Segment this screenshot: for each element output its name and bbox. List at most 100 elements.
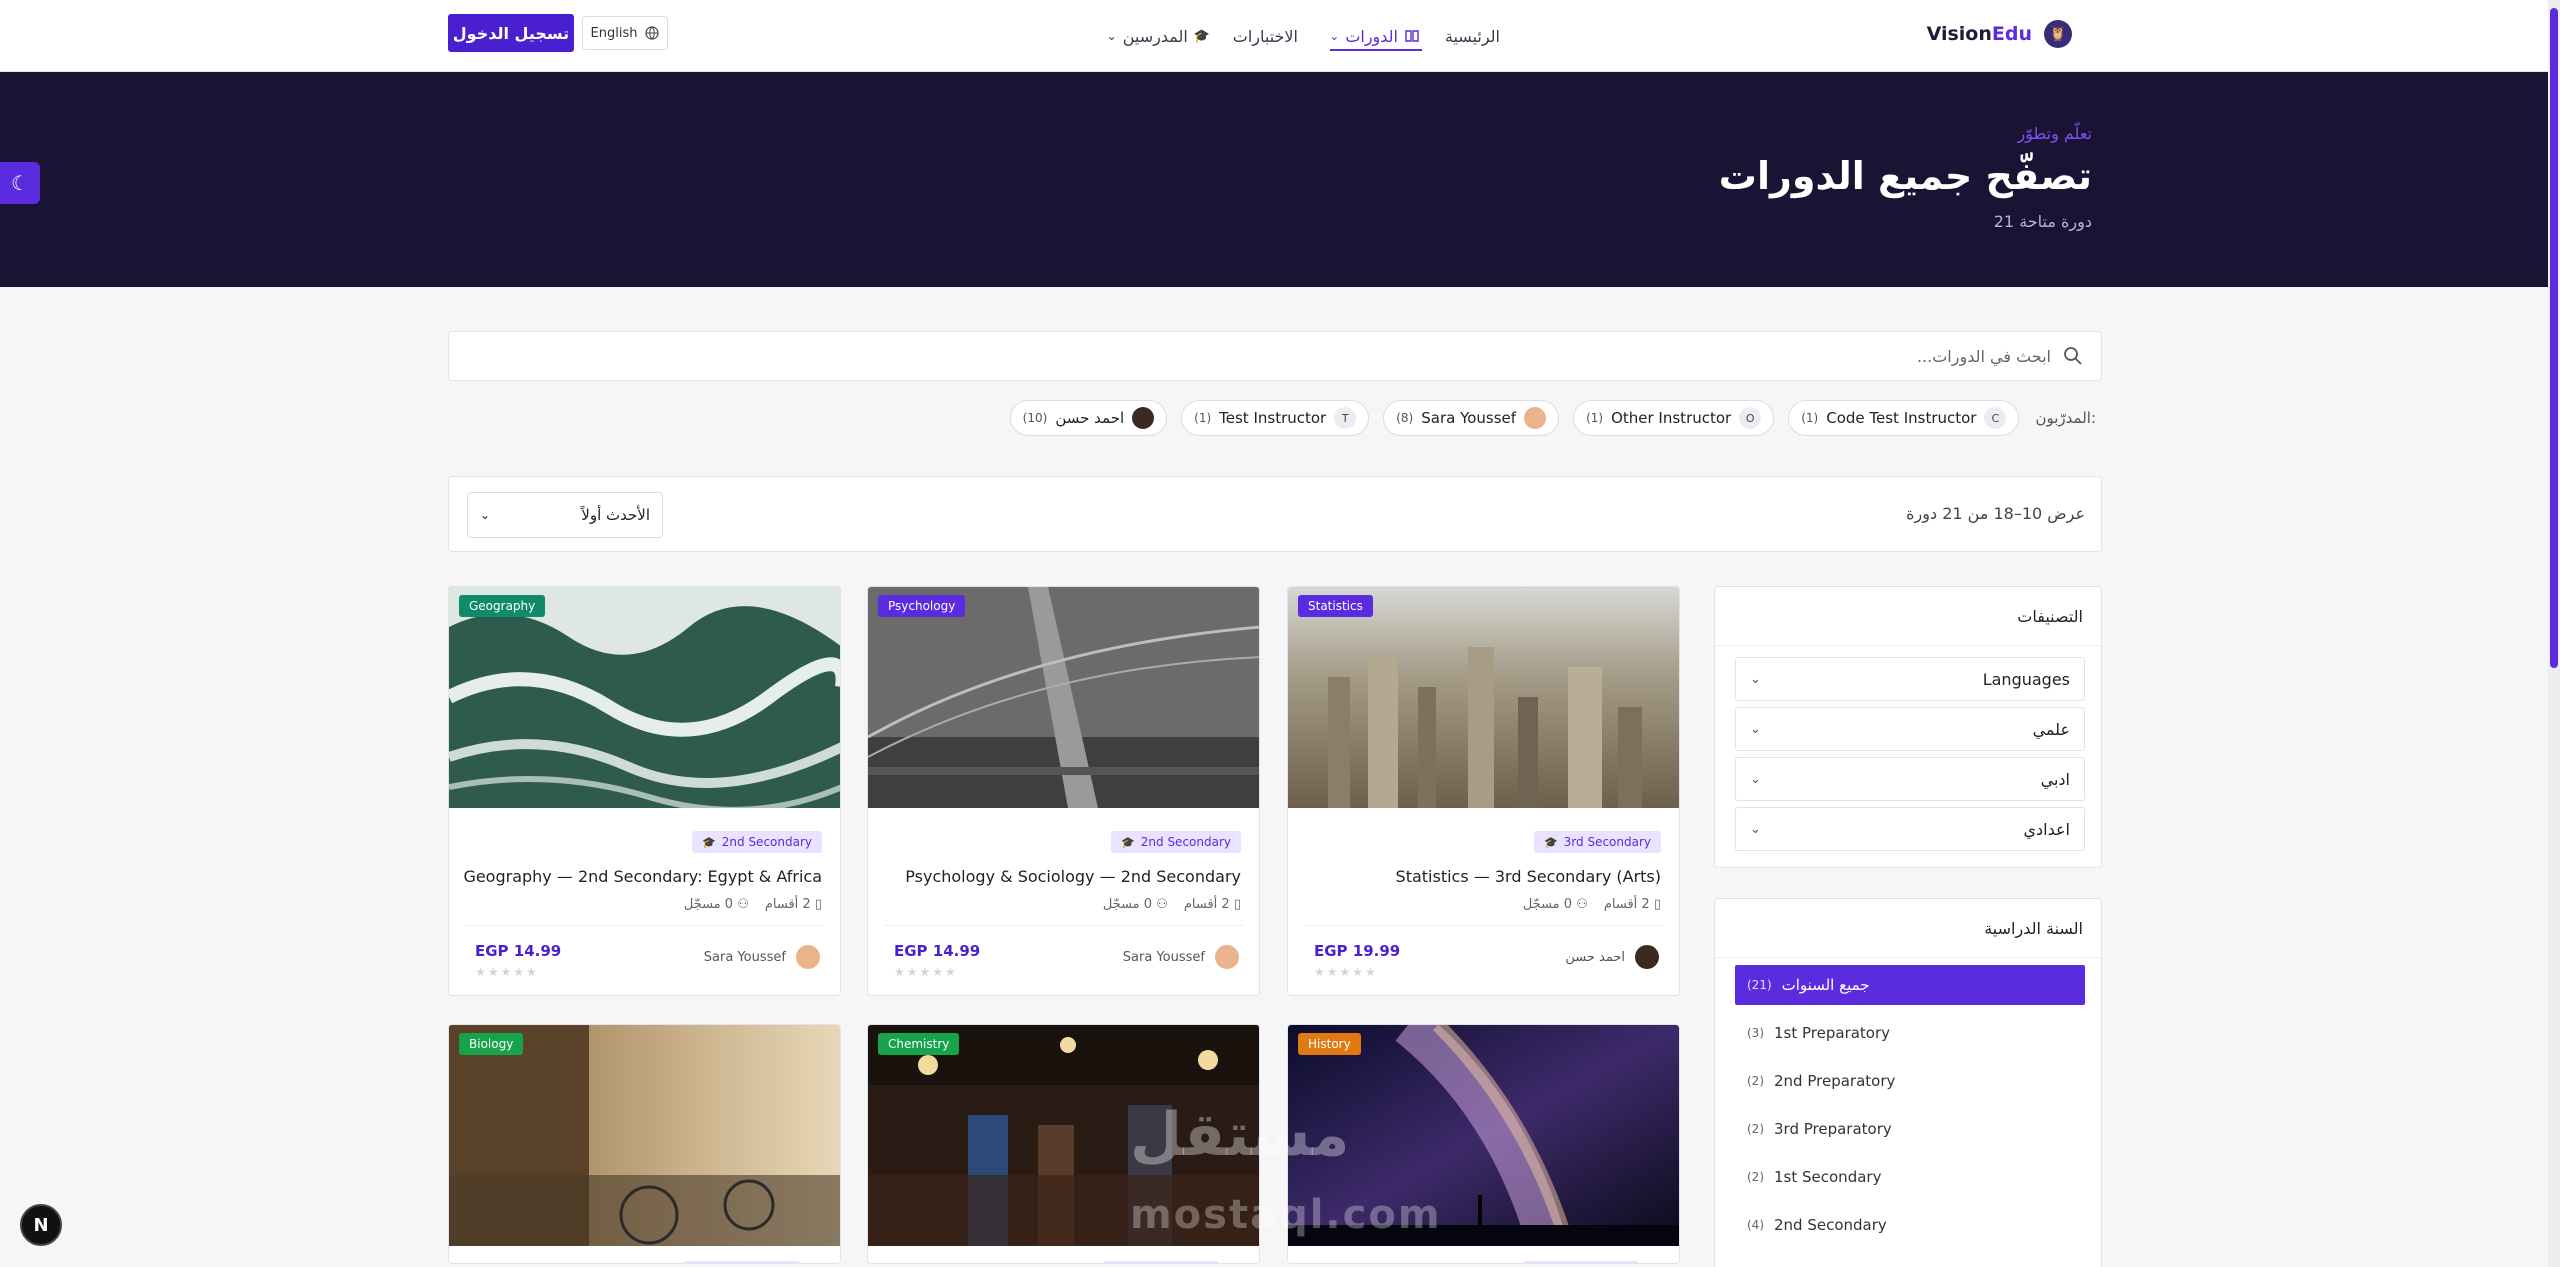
instructor-chip[interactable]: احمد حسن (10)	[1009, 400, 1168, 436]
level-badge	[1103, 1261, 1219, 1263]
year-title: السنة الدراسية	[1984, 919, 2083, 938]
course-instructor: Sara Youssef	[1123, 945, 1239, 969]
course-meta: ▯ 2 أقسام ⚇ 0 مسجّل	[1523, 897, 1661, 912]
course-image	[449, 587, 840, 808]
year-panel: السنة الدراسية (21) جميع السنوات (3) 1st…	[1714, 898, 2102, 1267]
logo-text: VisionEdu	[1926, 23, 2032, 45]
course-card[interactable]: Statistics 🎓 3rd Secondary Statistics — …	[1287, 586, 1680, 996]
level-badge: 🎓 2nd Secondary	[692, 831, 822, 853]
instructor-chip[interactable]: C Code Test Instructor (1)	[1788, 400, 2020, 436]
category-item[interactable]: علمي ⌄	[1735, 707, 2085, 751]
course-instructor: Sara Youssef	[704, 945, 820, 969]
course-price: EGP 19.99	[1314, 942, 1401, 960]
year-item[interactable]: (4) 2nd Secondary	[1735, 1205, 2085, 1245]
level-label: 2nd Secondary	[721, 835, 812, 849]
year-label: 2nd Preparatory	[1774, 1072, 1896, 1090]
instructor-count: (8)	[1396, 411, 1414, 425]
users-icon: ⚇	[737, 897, 749, 912]
login-button[interactable]: تسجيل الدخول	[448, 14, 574, 52]
course-card[interactable]: Biology	[448, 1024, 841, 1264]
instructor-chip[interactable]: T Test Instructor (1)	[1181, 400, 1370, 436]
scrollbar-thumb[interactable]	[2550, 8, 2558, 668]
nav-exams-label[interactable]: الاختبارات	[1233, 0, 1298, 72]
owl-logo-icon: 🦉	[2044, 20, 2072, 48]
chevron-down-icon: ⌄	[1106, 29, 1117, 43]
year-label: جميع السنوات	[1781, 976, 1870, 994]
nav-exams[interactable]: الاختبارات	[1233, 0, 1298, 72]
nav-home-label[interactable]: الرئيسية	[1445, 0, 1500, 72]
category-item[interactable]: Languages ⌄	[1735, 657, 2085, 701]
dark-mode-toggle[interactable]: ☾	[0, 162, 40, 204]
scrollbar[interactable]	[2548, 0, 2560, 1267]
rating-stars: ★★★★★	[475, 965, 539, 979]
sort-value: الأحدث أولاً	[581, 506, 650, 524]
instructor-initial: T	[1334, 407, 1357, 429]
divider	[1304, 925, 1663, 926]
sort-select[interactable]: الأحدث أولاً ⌄	[467, 492, 663, 538]
course-image	[868, 587, 1259, 808]
nav-teachers[interactable]: ⌄ المدرسين 🎓	[1107, 0, 1210, 72]
nextjs-dev-badge[interactable]: N	[20, 1204, 62, 1246]
category-item[interactable]: ادبي ⌄	[1735, 757, 2085, 801]
graduation-cap-icon: 🎓	[1193, 28, 1210, 44]
category-label: ادبي	[2040, 769, 2070, 789]
instructor-name: Code Test Instructor	[1826, 409, 1977, 427]
course-image	[449, 1025, 840, 1246]
year-count: (4)	[1747, 1218, 1764, 1232]
course-card[interactable]: Geography 🎓 2nd Secondary Geography — 2n…	[448, 586, 841, 996]
chevron-down-icon: ⌄	[1329, 29, 1340, 43]
year-item[interactable]: (2) 3rd Preparatory	[1735, 1109, 2085, 1149]
book-icon: ▯	[814, 897, 822, 912]
instructor-chip[interactable]: O Other Instructor (1)	[1573, 400, 1775, 436]
year-item[interactable]: (3) 1st Preparatory	[1735, 1013, 2085, 1053]
top-header: VisionEdu 🦉 الرئيسية ⌄ الدورات الاختبارا…	[0, 0, 2548, 72]
nav-teachers-label: المدرسين	[1122, 26, 1188, 46]
instructor-count: (1)	[1801, 411, 1819, 425]
level-badge	[1523, 1261, 1639, 1263]
instructor-chip[interactable]: Sara Youssef (8)	[1383, 400, 1560, 436]
category-label: اعدادي	[2023, 819, 2070, 839]
year-item-all[interactable]: (21) جميع السنوات	[1735, 965, 2085, 1005]
course-title[interactable]: Statistics — 3rd Secondary (Arts)	[1396, 867, 1661, 886]
category-badge: Psychology	[878, 595, 966, 617]
course-title[interactable]: Geography — 2nd Secondary: Egypt & Afric…	[463, 867, 822, 886]
course-count: 21 دورة متاحة	[1993, 212, 2092, 231]
moon-icon: ☾	[11, 171, 29, 195]
avatar	[1215, 945, 1239, 969]
course-card[interactable]: Psychology 🎓 2nd Secondary Psychology & …	[867, 586, 1260, 996]
graduation-cap-icon: 🎓	[1543, 835, 1558, 849]
language-switch-button[interactable]: English	[582, 16, 668, 50]
divider	[1715, 957, 2101, 958]
category-badge: Biology	[459, 1033, 524, 1055]
instructor-count: (1)	[1586, 411, 1604, 425]
year-label: 3rd Preparatory	[1774, 1120, 1892, 1138]
category-item[interactable]: اعدادي ⌄	[1735, 807, 2085, 851]
hero-banner: تعلّم وتطوّر تصفّح جميع الدورات 21 دورة …	[0, 72, 2548, 287]
logo[interactable]: VisionEdu 🦉	[1927, 20, 2072, 48]
divider	[465, 925, 824, 926]
course-title[interactable]: Psychology & Sociology — 2nd Secondary	[905, 867, 1241, 886]
year-count: (3)	[1747, 1026, 1764, 1040]
search-icon	[2064, 347, 2082, 365]
instructor-name: Sara Youssef	[1421, 409, 1517, 427]
course-meta: ▯ 2 أقسام ⚇ 0 مسجّل	[684, 897, 822, 912]
instructor-count: (10)	[1022, 411, 1048, 425]
instructor-name: Other Instructor	[1611, 409, 1732, 427]
results-summary: عرض 10–18 من 21 دورة	[1906, 504, 2085, 523]
avatar	[796, 945, 820, 969]
search-input[interactable]	[551, 332, 2051, 380]
divider	[1715, 645, 2101, 646]
book-icon: ▯	[1233, 897, 1241, 912]
avatar	[1132, 407, 1155, 429]
nav-home[interactable]: الرئيسية	[1445, 0, 1500, 72]
category-label: علمي	[2032, 719, 2070, 739]
nav-courses-label: الدورات	[1345, 26, 1398, 46]
chevron-down-icon: ⌄	[1750, 771, 1761, 787]
users-icon: ⚇	[1156, 897, 1168, 912]
nav-courses[interactable]: ⌄ الدورات	[1329, 0, 1420, 72]
instructor-initial: O	[1739, 407, 1762, 429]
year-item[interactable]: (2) 1st Secondary	[1735, 1157, 2085, 1197]
course-image	[1288, 587, 1679, 808]
year-item[interactable]: (2) 2nd Preparatory	[1735, 1061, 2085, 1101]
category-label: Languages	[1982, 669, 2070, 689]
